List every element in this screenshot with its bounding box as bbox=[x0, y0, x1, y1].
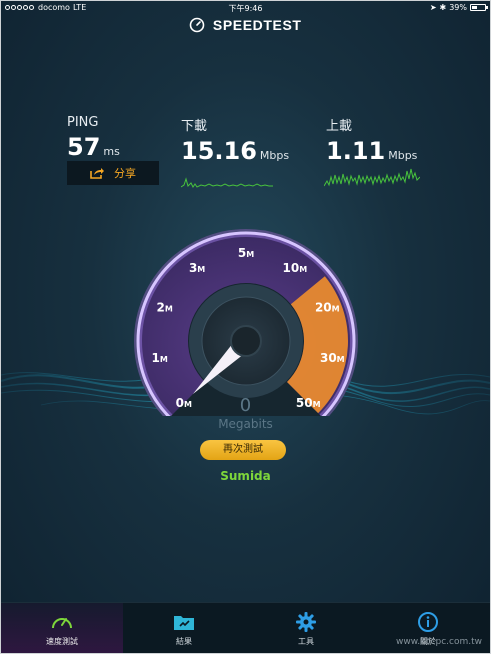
info-icon bbox=[418, 612, 438, 632]
retest-button[interactable]: 再次測試 bbox=[200, 440, 286, 460]
ping-metric: PING 57 ms bbox=[67, 115, 120, 161]
download-value: 15.16 bbox=[181, 137, 257, 165]
upload-value: 1.11 bbox=[326, 137, 386, 165]
download-unit: Mbps bbox=[259, 149, 290, 162]
download-label: 下載 bbox=[181, 119, 208, 134]
status-time: 下午9:46 bbox=[228, 4, 263, 13]
folder-icon bbox=[174, 616, 194, 630]
upload-metric: 上載 1.11 Mbps bbox=[326, 115, 417, 165]
ping-value: 57 bbox=[67, 133, 101, 161]
gear-icon bbox=[296, 612, 316, 632]
watermark-text: www.kocpc.com.tw bbox=[396, 637, 482, 647]
speedtest-logo: SPEEDTEST bbox=[1, 17, 490, 33]
tab-tools-label: 工具 bbox=[298, 637, 314, 646]
upload-sparkline bbox=[324, 168, 420, 187]
speedtest-app: docomo LTE 下午9:46 ➤ ✱ 39% SPEEDTEST PING… bbox=[0, 0, 491, 654]
location-arrow-icon: ➤ bbox=[429, 3, 437, 12]
download-metric: 下載 15.16 Mbps bbox=[181, 115, 289, 165]
share-icon bbox=[90, 168, 104, 179]
tab-results[interactable]: 結果 bbox=[123, 603, 245, 653]
status-bar: docomo LTE 下午9:46 ➤ ✱ 39% bbox=[1, 1, 490, 15]
tab-speedtest[interactable]: 速度測試 bbox=[1, 603, 123, 653]
tab-results-label: 結果 bbox=[176, 637, 192, 646]
speed-gauge: 0M1M2M3M5M10M20M30M50M bbox=[134, 229, 358, 416]
bluetooth-icon: ✱ bbox=[439, 3, 447, 12]
gauge-icon bbox=[52, 618, 72, 629]
battery-percent: 39% bbox=[449, 3, 467, 12]
tab-speedtest-label: 速度測試 bbox=[46, 637, 78, 646]
speedometer-logo-icon bbox=[190, 17, 205, 33]
logo-text: SPEEDTEST bbox=[212, 17, 302, 33]
ping-label: PING bbox=[67, 115, 99, 130]
speed-readout-value: 0 bbox=[239, 395, 252, 416]
download-sparkline bbox=[181, 177, 273, 188]
status-right: ➤ ✱ 39% bbox=[429, 3, 488, 12]
ping-unit: ms bbox=[103, 145, 120, 158]
server-name[interactable]: Sumida bbox=[1, 469, 490, 483]
speed-readout-unit: Megabits bbox=[218, 417, 273, 431]
upload-unit: Mbps bbox=[388, 149, 418, 162]
needle-pivot bbox=[230, 325, 262, 357]
bottom-tab-bar: 速度測試 結果 工具 關於 www.kocpc.com.tw bbox=[1, 602, 490, 653]
battery-icon bbox=[470, 4, 488, 11]
upload-label: 上載 bbox=[326, 119, 353, 134]
tab-tools[interactable]: 工具 bbox=[245, 603, 367, 653]
share-label: 分享 bbox=[114, 167, 136, 180]
share-button[interactable]: 分享 bbox=[67, 161, 159, 185]
